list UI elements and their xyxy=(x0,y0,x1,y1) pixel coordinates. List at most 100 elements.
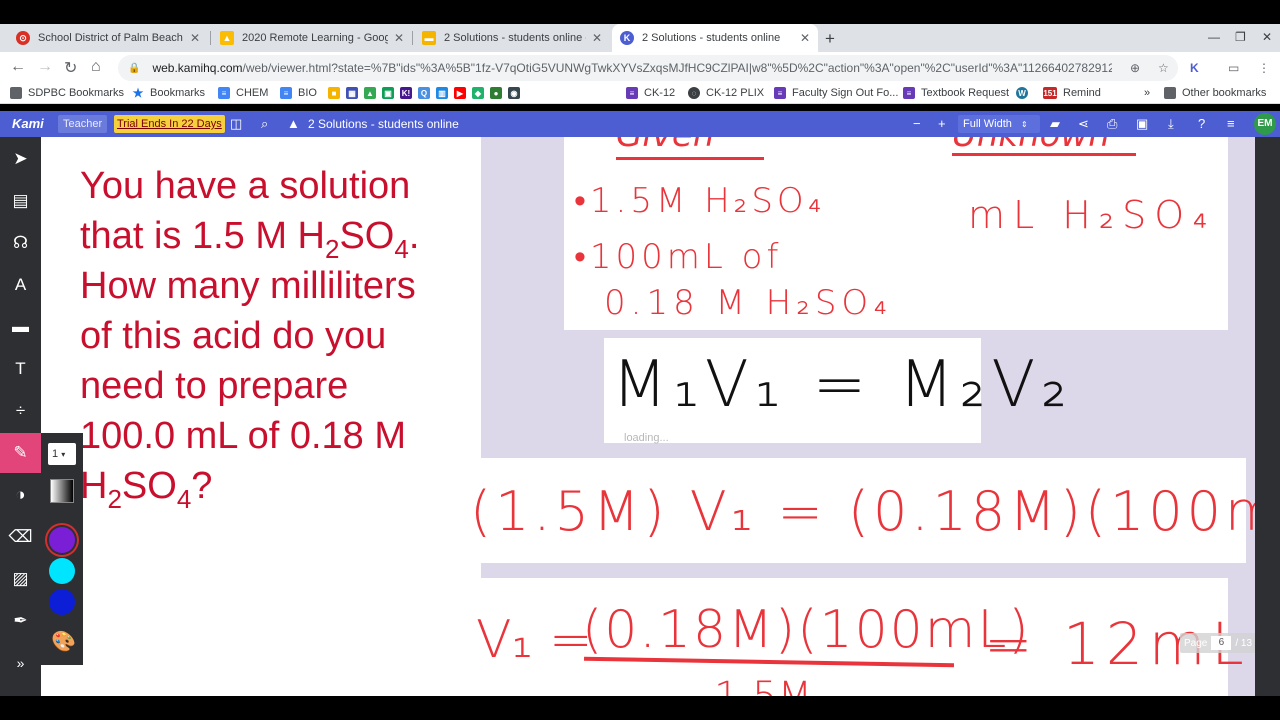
pen-size-select[interactable]: 1 ▾ xyxy=(48,443,76,465)
bookmark-icon-row[interactable]: ■ ▦ ▲ ▣ K! Q ▥ ▶ ◆ ● ◉ xyxy=(328,87,526,99)
tool-rail: ➤ ▤ ☊ A ▬ T ÷ ✎ ◑ ⌫ ▨ ✒ » xyxy=(0,137,41,696)
bookmark-bookmarks[interactable]: ★ Bookmarks xyxy=(132,86,205,100)
help-icon[interactable]: ? xyxy=(1198,116,1205,131)
url-host: web.kamihq.com xyxy=(152,61,243,75)
tab-title: 2 Solutions - students online xyxy=(642,32,781,44)
bookmark-other[interactable]: Other bookmarks xyxy=(1164,87,1266,99)
solve-step-numerator: (0.18M)(100mL) xyxy=(582,600,1031,660)
subscript: 2 xyxy=(107,484,122,514)
share-icon[interactable]: ⋖ xyxy=(1078,116,1089,132)
google-drive-icon: ▲ xyxy=(220,31,234,45)
substitution-step: (1.5M) V₁ = (0.18M)(100mL) xyxy=(470,480,1255,543)
color-swatch-blue[interactable] xyxy=(49,589,75,615)
zoom-value: Full Width xyxy=(963,118,1012,130)
bookmark-remind[interactable]: 151 Remind xyxy=(1043,87,1101,99)
google-drive-icon: ▲ xyxy=(287,116,300,131)
bookmark-ck12[interactable]: ≡ CK-12 xyxy=(626,87,675,99)
print-icon[interactable]: ⎙ xyxy=(1107,116,1117,132)
address-bar[interactable]: 🔒 web.kamihq.com/web/viewer.html?state=%… xyxy=(118,55,1178,81)
more-bookmarks-icon[interactable]: » xyxy=(1144,87,1150,99)
minimize-icon[interactable]: — xyxy=(1208,30,1220,44)
document-title: 2 Solutions - students online xyxy=(308,117,459,131)
bookmark-label: CK-12 xyxy=(644,87,676,99)
restore-icon[interactable]: ❐ xyxy=(1235,30,1246,44)
close-icon[interactable]: ✕ xyxy=(394,31,404,45)
tab-title: 2 Solutions - students online - Go xyxy=(444,32,586,44)
menu-dots-icon[interactable]: ⋮ xyxy=(1258,61,1270,75)
tab-solutions-kami[interactable]: K 2 Solutions - students online ✕ xyxy=(612,24,818,52)
unknown-item: mL H₂SO₄ xyxy=(968,193,1216,237)
shapes-tool-icon[interactable]: ◑ xyxy=(0,475,41,515)
question-text-part: ? xyxy=(191,465,213,507)
download-icon[interactable]: ⤓ xyxy=(1168,116,1174,132)
bookmark-label: Textbook Request xyxy=(921,87,1010,99)
bookmark-faculty-sign-out[interactable]: ≡ Faculty Sign Out Fo... xyxy=(774,87,898,99)
dictionary-tool-icon[interactable]: ▤ xyxy=(0,181,41,221)
zoom-out-icon[interactable]: − xyxy=(913,116,921,131)
window-close-icon[interactable]: ✕ xyxy=(1262,30,1272,44)
close-icon[interactable]: ✕ xyxy=(190,31,200,45)
reload-icon[interactable]: ↻ xyxy=(64,58,77,78)
bookmark-label: CK-12 PLIX xyxy=(706,87,765,99)
step-one-card: (1.5M) V₁ = (0.18M)(100mL) xyxy=(456,458,1255,563)
open-folder-icon[interactable]: ▰ xyxy=(1050,116,1060,132)
classroom-icon: ▣ xyxy=(382,87,394,99)
comment-tool-icon[interactable]: ▬ xyxy=(0,307,41,347)
folder-icon xyxy=(10,87,22,99)
given-item: •100mL of xyxy=(574,237,783,277)
kami-logo: Kami xyxy=(12,116,44,131)
ck12-plix-icon: ◌ xyxy=(688,87,700,99)
cast-icon[interactable]: ▭ xyxy=(1228,61,1239,75)
signature-tool-icon[interactable]: ✒ xyxy=(0,601,41,641)
bookmark-textbook-request[interactable]: ≡ Textbook Request xyxy=(903,87,1009,99)
tab-solutions-slides[interactable]: ▬ 2 Solutions - students online - Go ✕ xyxy=(414,24,610,52)
close-icon[interactable]: ✕ xyxy=(800,31,810,45)
tab-school-district[interactable]: ⊙ School District of Palm Beach Co ✕ xyxy=(8,24,208,52)
question-text-part: SO xyxy=(339,215,395,257)
save-icon[interactable]: ▣ xyxy=(1136,116,1148,132)
sidebar-toggle-icon[interactable]: ◫ xyxy=(230,116,242,132)
bookmark-bio[interactable]: ≡ BIO xyxy=(280,87,317,99)
calendar-icon: ▦ xyxy=(346,87,358,99)
equation-tool-icon[interactable]: ÷ xyxy=(0,391,41,431)
wordpress-bookmark[interactable]: W xyxy=(1016,87,1034,99)
bookmark-ck12-plix[interactable]: ◌ CK-12 PLIX xyxy=(688,87,764,99)
search-icon[interactable]: ⌕ xyxy=(261,116,268,132)
lock-icon: 🔒 xyxy=(128,62,141,74)
star-icon: ★ xyxy=(132,86,144,100)
bookmark-chem[interactable]: ≡ CHEM xyxy=(218,87,268,99)
drawing-tool-icon[interactable]: ✎ xyxy=(0,433,41,473)
add-icon[interactable]: ⊕ xyxy=(1130,61,1140,75)
new-tab-button[interactable]: + xyxy=(825,29,835,49)
menu-icon[interactable]: ≡ xyxy=(1227,116,1235,131)
text-to-speech-tool-icon[interactable]: ☊ xyxy=(0,223,41,263)
star-icon[interactable]: ☆ xyxy=(1158,61,1169,75)
back-arrow-icon[interactable]: ← xyxy=(10,58,26,76)
bookmark-sdpbc[interactable]: SDPBC Bookmarks xyxy=(10,87,124,99)
home-icon[interactable]: ⌂ xyxy=(91,58,101,76)
select-tool-icon[interactable]: ➤ xyxy=(0,139,41,179)
color-swatch-purple[interactable] xyxy=(49,527,75,553)
trial-link[interactable]: Trial Ends In 22 Days xyxy=(114,115,225,133)
url-text[interactable]: web.kamihq.com/web/viewer.html?state=%7B… xyxy=(152,61,1112,75)
document-canvas[interactable]: You have a solution that is 1.5 M H2SO4.… xyxy=(41,137,1255,696)
opacity-gradient[interactable] xyxy=(50,479,74,503)
kami-extension-icon[interactable]: K xyxy=(1190,61,1199,75)
forward-arrow-icon[interactable]: → xyxy=(37,58,53,76)
question-text: You have a solution that is 1.5 M H2SO4.… xyxy=(80,161,480,514)
formula-card: M₁V₁ = M₂V₂ xyxy=(604,338,1067,443)
add-media-tool-icon[interactable]: ▨ xyxy=(0,559,41,599)
zoom-in-icon[interactable]: + xyxy=(938,116,946,131)
zoom-select[interactable]: Full Width ⇕ xyxy=(958,115,1040,133)
given-item: •1.5M H₂SO₄ xyxy=(574,181,826,221)
palette-icon[interactable]: 🎨 xyxy=(51,629,76,654)
close-icon[interactable]: ✕ xyxy=(592,31,602,45)
text-box-tool-icon[interactable]: T xyxy=(0,349,41,389)
color-swatch-cyan[interactable] xyxy=(49,558,75,584)
expand-icon[interactable]: » xyxy=(0,643,41,683)
markup-tool-icon[interactable]: A xyxy=(0,265,41,305)
page-number-input[interactable]: 6 xyxy=(1211,636,1232,650)
tab-remote-learning[interactable]: ▲ 2020 Remote Learning - Google Dr ✕ xyxy=(212,24,412,52)
avatar[interactable]: EM xyxy=(1254,113,1276,135)
eraser-tool-icon[interactable]: ⌫ xyxy=(0,517,41,557)
